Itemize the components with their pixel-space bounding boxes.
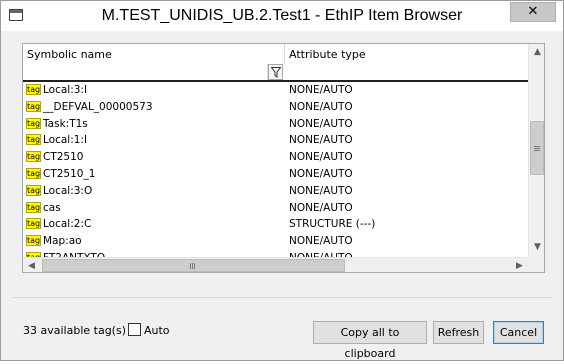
cancel-button[interactable]: Cancel [493,321,544,344]
symbolic-name-cell: Local:3:O [43,184,93,197]
tag-icon: tag [26,100,41,112]
auto-checkbox[interactable] [128,323,141,336]
column-header-symbolic-name[interactable]: Symbolic name [27,48,112,61]
horizontal-scrollbar[interactable]: ◀ ▶ [23,257,528,272]
attribute-type-cell: NONE/AUTO [289,235,353,248]
symbolic-name-cell: Task:T1s [43,117,88,130]
vertical-scroll-thumb[interactable] [530,121,544,175]
attribute-type-cell: NONE/AUTO [289,117,353,130]
symbolic-name-cell: Map:ao [43,235,82,248]
attribute-type-cell: NONE/AUTO [289,134,353,147]
window-title: M.TEST_UNIDIS_UB.2.Test1 - EthIP Item Br… [101,7,463,24]
attribute-type-cell: NONE/AUTO [289,201,353,214]
attribute-type-cell: NONE/AUTO [289,168,353,180]
footer-divider [12,297,552,298]
column-divider[interactable] [284,44,285,64]
column-header-attribute-type[interactable]: Attribute type [289,48,366,61]
tag-icon: tag [26,134,41,146]
table-row[interactable]: tag Local:1:I NONE/AUTO [23,132,528,149]
table-row[interactable]: tag Task:T1s NONE/AUTO [23,116,528,133]
filter-row [23,64,528,82]
scroll-down-arrow-icon[interactable]: ▼ [529,239,544,256]
attribute-type-cell: STRUCTURE (---) [289,218,376,231]
scroll-up-arrow-icon[interactable]: ▲ [529,44,544,61]
close-button[interactable]: ✕ [510,2,556,22]
scrollbar-corner [528,257,544,272]
auto-checkbox-label[interactable]: Auto [144,324,170,337]
available-tags-count: 33 available tag(s) [23,324,126,337]
table-row[interactable]: tag Local:3:I NONE/AUTO [23,82,528,99]
tag-icon: tag [26,201,41,213]
title-bar[interactable]: M.TEST_UNIDIS_UB.2.Test1 - EthIP Item Br… [1,1,563,31]
symbolic-name-cell: Local:3:I [43,84,88,96]
tag-list: tag Local:3:I NONE/AUTO tag __DEFVAL_0000057… [23,82,528,258]
attribute-type-cell: NONE/AUTO [289,184,353,197]
attribute-type-cell: NONE/AUTO [289,151,353,164]
vertical-scrollbar[interactable]: ▲ ▼ [528,44,544,257]
tag-icon: tag [26,168,41,179]
tag-icon: tag [26,235,41,247]
table-row[interactable]: tag Local:2:C STRUCTURE (---) [23,216,528,233]
table-row[interactable]: tag CT2510_1 NONE/AUTO [23,166,528,183]
table-row[interactable]: tag Map:ao NONE/AUTO [23,233,528,250]
table-row[interactable]: tag cas NONE/AUTO [23,200,528,217]
type-filter-input[interactable] [284,64,528,80]
refresh-button[interactable]: Refresh [433,321,484,344]
tag-grid: Symbolic name Attribute type tag Local:3:… [22,43,545,273]
table-row[interactable]: tag CT2510 NONE/AUTO [23,149,528,166]
copy-all-to-clipboard-button[interactable]: Copy all to clipboard [313,321,427,360]
symbolic-name-cell: __DEFVAL_00000573 [43,100,153,113]
item-browser-window: M.TEST_UNIDIS_UB.2.Test1 - EthIP Item Br… [0,0,564,361]
symbolic-name-cell: Local:2:C [43,218,92,231]
tag-icon: tag [26,151,41,163]
attribute-type-cell: NONE/AUTO [289,100,353,113]
scroll-right-arrow-icon[interactable]: ▶ [511,258,528,272]
name-filter-input[interactable] [23,64,268,80]
table-row[interactable]: tag __DEFVAL_00000573 NONE/AUTO [23,99,528,116]
tag-icon: tag [26,218,41,230]
tag-icon: tag [26,184,41,196]
grid-header: Symbolic name Attribute type [23,44,528,65]
funnel-icon [271,67,281,78]
table-row[interactable]: tag Local:3:O NONE/AUTO [23,183,528,200]
scroll-left-arrow-icon[interactable]: ◀ [23,258,40,272]
symbolic-name-cell: CT2510 [43,151,84,164]
tag-icon: tag [26,117,41,129]
symbolic-name-cell: cas [43,201,61,214]
attribute-type-cell: NONE/AUTO [289,84,353,96]
horizontal-scroll-thumb[interactable] [42,259,345,272]
symbolic-name-cell: CT2510_1 [43,168,96,180]
filter-button[interactable] [268,64,283,80]
tag-icon: tag [26,84,41,95]
symbolic-name-cell: Local:1:I [43,134,88,147]
